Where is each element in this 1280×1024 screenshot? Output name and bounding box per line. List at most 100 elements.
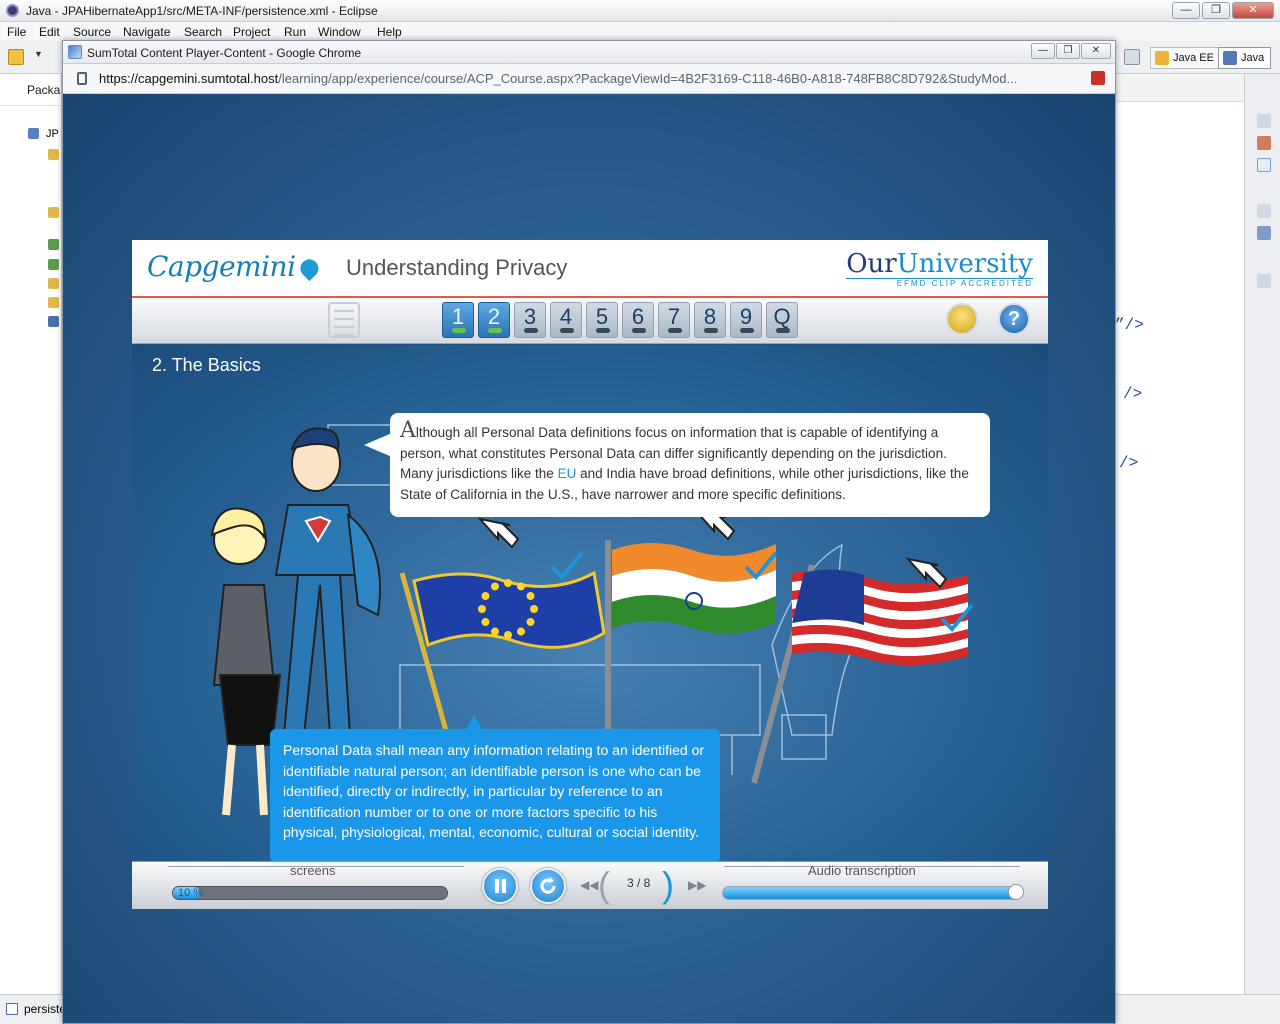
menu-navigate[interactable]: Navigate — [123, 25, 170, 39]
folder-icon[interactable] — [48, 207, 59, 218]
chrome-window-title: SumTotal Content Player-Content - Google… — [87, 46, 362, 60]
menu-list-icon[interactable] — [328, 302, 360, 338]
screen-status-indicator — [488, 328, 502, 333]
new-wizard-icon[interactable] — [8, 49, 24, 65]
screen-tab-2[interactable]: 2 — [478, 302, 510, 338]
audio-volume-knob[interactable] — [1008, 884, 1024, 900]
previous-bracket-icon[interactable]: ( — [598, 864, 610, 906]
screens-label[interactable]: screens — [290, 863, 336, 878]
library-icon[interactable] — [48, 239, 59, 250]
perspective-java-ee[interactable]: Java EE — [1150, 47, 1221, 69]
menu-run[interactable]: Run — [284, 25, 306, 39]
minimize-button[interactable]: — — [1172, 2, 1200, 19]
screen-tab-label: 1 — [451, 304, 465, 329]
open-perspective-icon[interactable] — [1124, 49, 1140, 65]
previous-screen-icon[interactable]: ◀◀ — [580, 878, 598, 892]
eu-star — [491, 582, 499, 591]
eclipse-window-title: Java - JPAHibernateApp1/src/META-INF/per… — [26, 4, 378, 18]
library-icon[interactable] — [48, 259, 59, 270]
right-trim-stack — [1244, 74, 1280, 1024]
folder-icon[interactable] — [48, 278, 59, 289]
eclipse-title-bar: Java - JPAHibernateApp1/src/META-INF/per… — [0, 0, 1280, 22]
file-icon[interactable] — [48, 316, 59, 327]
chrome-restore-button[interactable]: ❐ — [1056, 43, 1080, 59]
next-bracket-icon[interactable]: ) — [662, 864, 674, 906]
chevron-down-icon[interactable]: ▼ — [34, 49, 44, 65]
hand-pointer-eu-icon[interactable] — [476, 513, 522, 555]
chrome-close-button[interactable]: ✕ — [1081, 43, 1111, 59]
eclipse-app-icon — [6, 4, 19, 17]
page-viewport: Capgemini Understanding Privacy OurUnive… — [63, 94, 1115, 1023]
chrome-minimize-button[interactable]: — — [1031, 43, 1055, 59]
next-screen-icon[interactable]: ▶▶ — [688, 878, 706, 892]
eu-star — [517, 627, 525, 636]
package-explorer-tab[interactable]: Packa — [0, 74, 61, 106]
url-text[interactable]: https://capgemini.sumtotal.host/learning… — [99, 71, 1017, 86]
replay-button[interactable] — [530, 868, 566, 904]
course-banner: Capgemini Understanding Privacy OurUnive… — [132, 240, 1048, 298]
lock-icon[interactable] — [77, 72, 87, 85]
menu-project[interactable]: Project — [233, 25, 270, 39]
menu-source[interactable]: Source — [73, 25, 111, 39]
extension-icon[interactable] — [1091, 71, 1105, 85]
screen-tab-6[interactable]: 6 — [622, 302, 654, 338]
folder-icon[interactable] — [48, 297, 59, 308]
screen-tab-9[interactable]: 9 — [730, 302, 762, 338]
audio-transcription-label[interactable]: Audio transcription — [808, 863, 916, 878]
screen-nav-bar: 123456789Q ? — [132, 298, 1048, 344]
eu-star — [504, 579, 512, 587]
perspective-label: Java — [1241, 52, 1265, 64]
restore-button[interactable]: ❐ — [1202, 2, 1230, 19]
console-icon[interactable] — [1257, 274, 1271, 288]
brand-name-part: University — [896, 249, 1033, 279]
screen-status-indicator — [668, 328, 682, 333]
audio-volume-fill — [723, 887, 1016, 899]
menu-edit[interactable]: Edit — [39, 25, 60, 39]
close-button[interactable]: ✕ — [1232, 2, 1274, 19]
outline-icon[interactable] — [1257, 136, 1271, 150]
screen-tab-Q[interactable]: Q — [766, 302, 798, 338]
audio-volume-bar[interactable] — [722, 886, 1022, 900]
chrome-title-bar: SumTotal Content Player-Content - Google… — [63, 41, 1115, 64]
code-fragment: /> — [1119, 454, 1139, 472]
pause-button[interactable] — [482, 868, 518, 904]
restore-view-icon[interactable] — [1257, 204, 1271, 218]
restore-view-icon[interactable] — [1257, 114, 1271, 128]
screen-tab-label: 8 — [703, 304, 717, 329]
editor-header — [1115, 74, 1244, 102]
screen-status-indicator — [524, 328, 538, 333]
code-fragment: ”/> — [1115, 316, 1144, 334]
screen-tab-5[interactable]: 5 — [586, 302, 618, 338]
eu-star — [478, 605, 486, 613]
menu-file[interactable]: File — [7, 25, 26, 39]
bubble-tail — [364, 433, 392, 457]
hand-pointer-us-icon[interactable] — [904, 553, 950, 595]
task-list-icon[interactable] — [1257, 226, 1271, 240]
eu-highlight-link[interactable]: EU — [558, 466, 577, 481]
eclipse-menu-bar: File Edit Source Navigate Search Project… — [0, 22, 1280, 41]
screen-tab-label: 7 — [667, 304, 681, 329]
help-icon[interactable]: ? — [998, 303, 1030, 335]
url-host: https://capgemini.sumtotal.host — [99, 71, 279, 86]
address-bar[interactable]: https://capgemini.sumtotal.host/learning… — [63, 64, 1115, 94]
status-tab-label[interactable]: persiste — [24, 1002, 66, 1016]
screen-tab-4[interactable]: 4 — [550, 302, 582, 338]
perspective-java[interactable]: Java — [1218, 47, 1272, 69]
menu-search[interactable]: Search — [184, 25, 222, 39]
tree-item-label[interactable]: JP — [46, 128, 59, 140]
screen-tab-3[interactable]: 3 — [514, 302, 546, 338]
screen-tab-1[interactable]: 1 — [442, 302, 474, 338]
javadoc-icon[interactable] — [1257, 158, 1271, 172]
eu-star — [504, 631, 512, 639]
screen-tab-7[interactable]: 7 — [658, 302, 690, 338]
screen-tab-8[interactable]: 8 — [694, 302, 726, 338]
notes-icon[interactable] — [946, 303, 978, 335]
brand-name-part: Our — [846, 249, 897, 279]
course-player: Capgemini Understanding Privacy OurUnive… — [132, 240, 1048, 909]
menu-window[interactable]: Window — [318, 25, 361, 39]
eu-star — [526, 618, 535, 626]
eu-star — [526, 592, 535, 600]
page-favicon-icon — [68, 45, 82, 59]
menu-help[interactable]: Help — [377, 25, 402, 39]
folder-icon[interactable] — [48, 149, 59, 160]
